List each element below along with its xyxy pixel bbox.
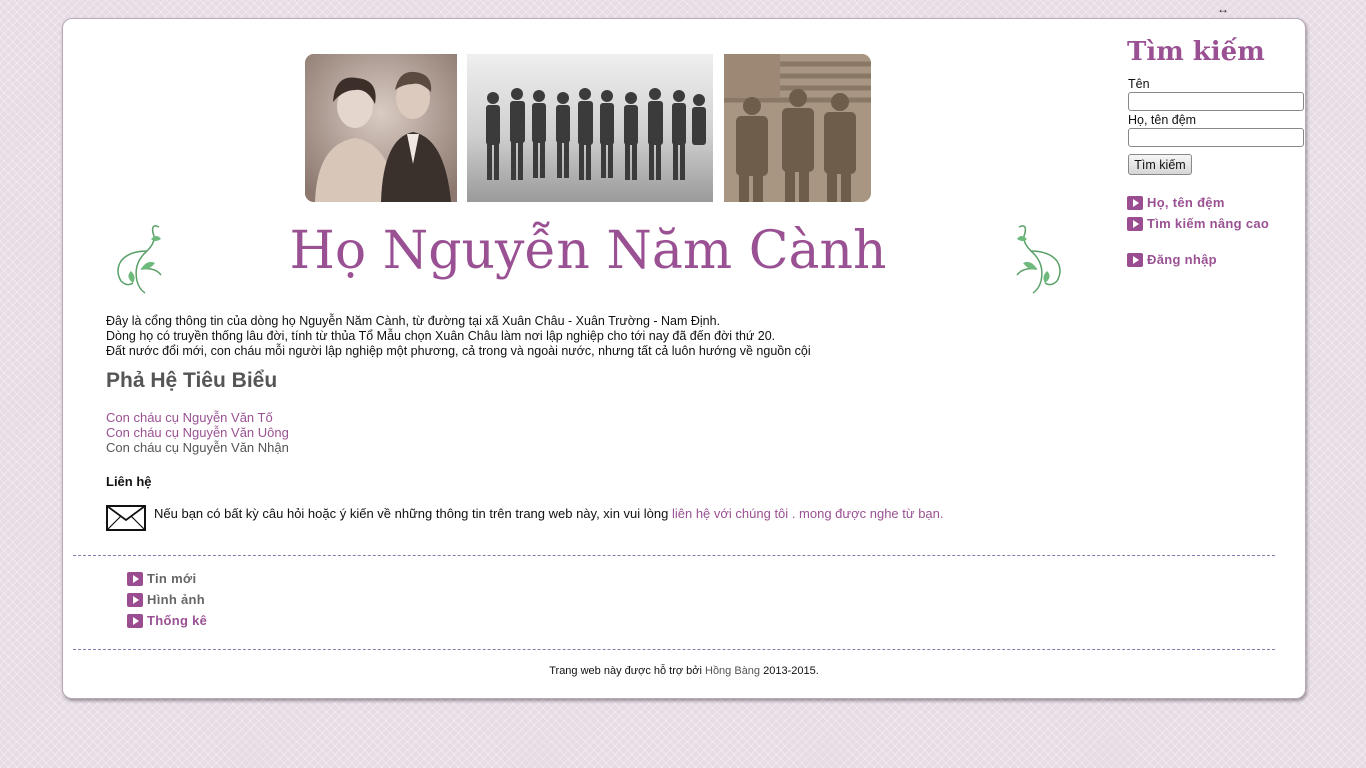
last-name-input[interactable] [1128,128,1304,147]
divider [73,649,1275,650]
last-name-label: Họ, tên đệm [1128,113,1197,127]
login-link[interactable]: Đăng nhập [1147,252,1217,267]
search-button[interactable]: Tìm kiếm [1128,154,1192,175]
arrow-bullet-icon [127,592,143,607]
envelope-icon [106,505,146,531]
hong-bang-link[interactable]: Hồng Bàng [705,665,760,677]
footer-nav-item-photos: Hình ảnh [127,589,207,610]
header-photo-couple [305,54,457,202]
news-link[interactable]: Tin mới [147,571,196,586]
contact-heading: Liên hệ [106,474,152,489]
surnames-link[interactable]: Họ, tên đệm [1147,195,1225,210]
advanced-search-link[interactable]: Tìm kiếm nâng cao [1147,216,1269,231]
arrow-bullet-icon [1127,252,1143,267]
intro-line: Đất nước đổi mới, con cháu mỗi người lập… [106,344,811,358]
footer-nav-item-news: Tin mới [127,568,207,589]
site-title: Họ Nguyễn Năm Cành [289,221,887,281]
footer-credit: Trang web này được hỗ trợ bởi Hồng Bàng … [63,665,1305,677]
contact-text: Nếu bạn có bất kỳ câu hỏi hoặc ý kiến về… [154,506,944,521]
sidebar-item-advanced-search: Tìm kiếm nâng cao [1127,213,1269,234]
header-photo-soldiers [724,54,871,202]
footer-years: 2013-2015. [763,665,819,677]
arrow-bullet-icon [1127,216,1143,231]
contact-suffix-link[interactable]: . mong được nghe từ bạn. [792,506,944,521]
intro-line: Đây là cổng thông tin của dòng họ Nguyễn… [106,314,721,328]
lineage-link-nguyen-van-to[interactable]: Con cháu cụ Nguyễn Văn Tố [106,410,289,425]
arrow-bullet-icon [127,571,143,586]
search-title: Tìm kiếm [1127,37,1265,67]
lineage-link-nguyen-van-uong[interactable]: Con cháu cụ Nguyễn Văn Uông [106,425,289,440]
intro-line: Dòng họ có truyền thống lâu đời, tính từ… [106,329,776,343]
footer-nav: Tin mới Hình ảnh Thống kê [127,568,207,631]
photos-link[interactable]: Hình ảnh [147,592,205,607]
sidebar-item-surnames: Họ, tên đệm [1127,192,1269,213]
lineage-nguyen-van-nhan: Con cháu cụ Nguyễn Văn Nhận [106,440,289,455]
footer-prefix: Trang web này được hỗ trợ bởi [549,665,702,677]
arrow-bullet-icon [127,613,143,628]
statistics-link[interactable]: Thống kê [147,613,207,628]
resize-horizontal-icon: ↔ [1217,2,1229,16]
header-photo-group [467,54,713,202]
featured-lineages-heading: Phả Hệ Tiêu Biểu [106,369,278,392]
intro-text: Đây là cổng thông tin của dòng họ Nguyễn… [106,314,811,359]
main-card: Họ Nguyễn Năm Cành Đây là cổng thông tin… [62,18,1306,699]
footer-nav-item-statistics: Thống kê [127,610,207,631]
featured-lineages-list: Con cháu cụ Nguyễn Văn Tố Con cháu cụ Ng… [106,410,289,455]
first-name-input[interactable] [1128,92,1304,111]
first-name-label: Tên [1128,77,1150,91]
arrow-bullet-icon [1127,195,1143,210]
sidebar-links: Họ, tên đệm Tìm kiếm nâng cao [1127,192,1269,234]
sidebar-login: Đăng nhập [1127,249,1217,270]
sidebar-item-login: Đăng nhập [1127,249,1217,270]
contact-us-link[interactable]: liên hệ với chúng tôi [672,506,788,521]
contact-message: Nếu bạn có bất kỳ câu hỏi hoặc ý kiến về… [154,506,669,521]
divider [73,555,1275,556]
